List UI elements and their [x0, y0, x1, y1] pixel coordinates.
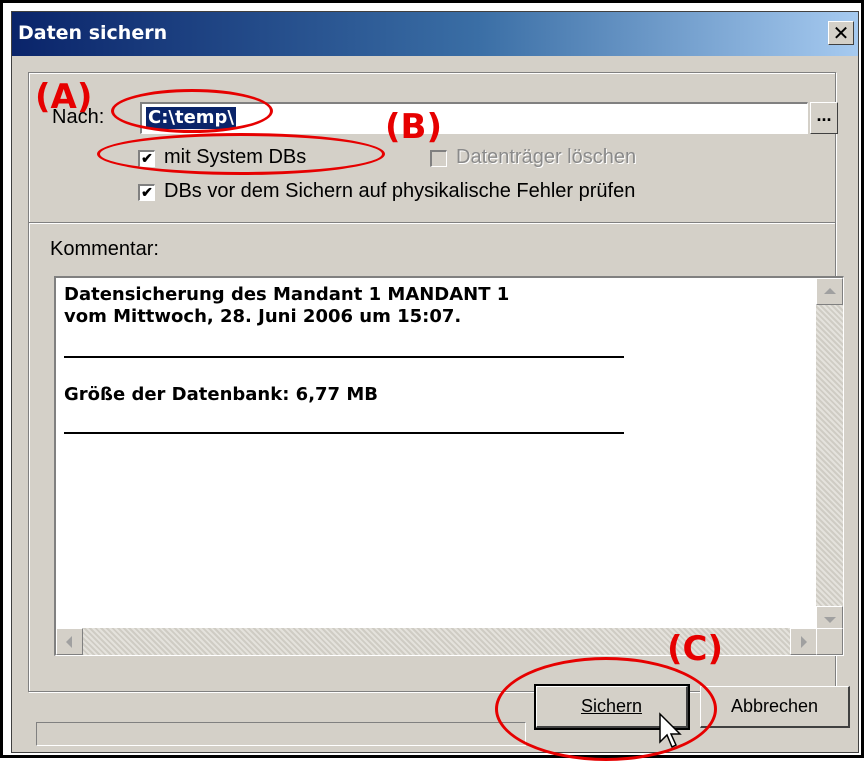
check-errors-label[interactable]: DBs vor dem Sichern auf physikalische Fe… — [164, 180, 635, 203]
comment-label: Kommentar: — [50, 238, 159, 260]
dialog-title: Daten sichern — [18, 22, 168, 44]
group-separator — [29, 222, 835, 224]
vertical-scrollbar[interactable] — [816, 278, 843, 633]
cancel-button[interactable]: Abbrechen — [700, 686, 850, 728]
browse-button[interactable]: ... — [810, 102, 838, 134]
erase-media-checkbox[interactable] — [430, 150, 447, 167]
screenshot-frame: Daten sichern ✕ Nach: C:\temp\ ... ✔ mit… — [0, 0, 864, 761]
arrow-down-icon — [824, 617, 836, 623]
arrow-right-icon — [801, 636, 807, 648]
annotation-label-b: (B) — [385, 107, 442, 147]
scrollbar-corner — [816, 628, 843, 655]
scroll-left-button[interactable] — [56, 628, 83, 655]
close-icon: ✕ — [832, 21, 850, 45]
arrow-left-icon — [66, 636, 72, 648]
comment-line: vom Mittwoch, 28. Juni 2006 um 15:07. — [64, 306, 462, 327]
comment-textarea[interactable]: Datensicherung des Mandant 1 MANDANT 1 v… — [54, 276, 844, 656]
erase-media-label[interactable]: Datenträger löschen — [456, 146, 636, 169]
close-button[interactable]: ✕ — [828, 21, 854, 45]
scroll-right-button[interactable] — [790, 628, 817, 655]
scroll-up-button[interactable] — [816, 278, 843, 305]
divider-line — [64, 432, 624, 434]
comment-line: Größe der Datenbank: 6,77 MB — [64, 384, 378, 405]
annotation-ellipse-a — [111, 89, 273, 133]
comment-line: Datensicherung des Mandant 1 MANDANT 1 — [64, 284, 510, 305]
divider-line — [64, 356, 624, 358]
progress-bar — [36, 722, 526, 746]
arrow-up-icon — [824, 288, 836, 294]
annotation-ellipse-b — [97, 133, 385, 175]
annotation-label-a: (A) — [35, 77, 93, 117]
check-errors-checkbox[interactable]: ✔ — [138, 184, 155, 201]
check-icon: ✔ — [141, 184, 153, 200]
title-bar[interactable]: Daten sichern ✕ — [12, 12, 858, 56]
annotation-label-c: (C) — [667, 629, 724, 669]
annotation-ellipse-c — [495, 657, 717, 761]
